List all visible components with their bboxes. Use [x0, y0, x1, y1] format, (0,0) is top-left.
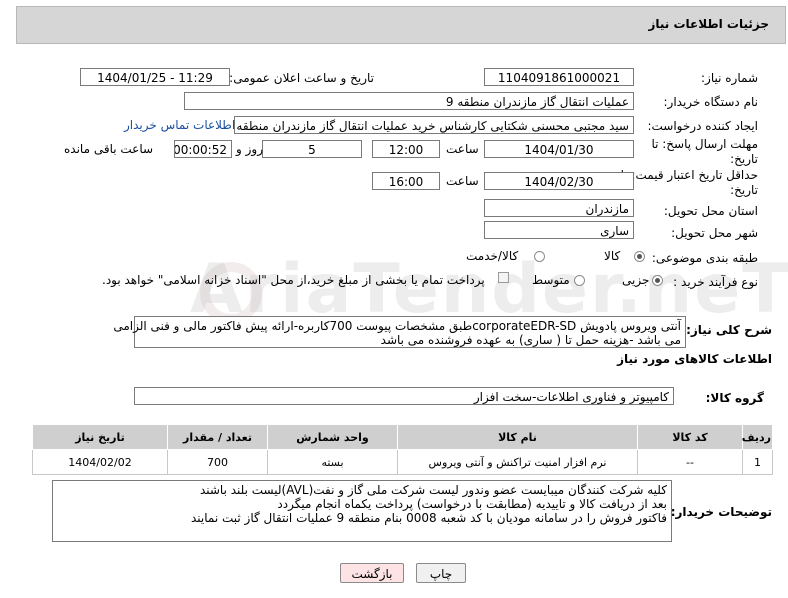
category-option-goods: کالا [604, 249, 621, 263]
cell-unit: بسته [267, 449, 398, 475]
city-field[interactable]: ساری [484, 221, 634, 239]
cell-need-date: 1404/02/02 [32, 449, 168, 475]
contact-info-link[interactable]: اطلاعات تماس خریدار [124, 118, 235, 132]
announce-field[interactable]: 1404/01/25 - 11:29 [80, 68, 230, 86]
validity-time-field[interactable]: 16:00 [372, 172, 440, 190]
cell-row-number: 1 [742, 449, 773, 475]
days-field[interactable]: 5 [262, 140, 362, 158]
buyer-notes-label: توضیحات خریدار: [670, 505, 772, 519]
page-title: جزئیات اطلاعات نیاز [648, 17, 769, 31]
goods-group-label: گروه کالا: [705, 391, 764, 405]
description-line-1: آنتی ویروس پادویش corporateEDR-SDطبق مشخ… [113, 319, 681, 333]
requester-field[interactable]: سید مجتبی محسنی شکتایی کارشناس خرید عملی… [234, 116, 634, 134]
goods-info-title: اطلاعات کالاهای مورد نیاز [617, 352, 772, 366]
category-radio-goods[interactable] [634, 251, 645, 262]
deadline-label: مهلت ارسال پاسخ: تا تاریخ: [651, 137, 758, 166]
process-radio-medium[interactable] [574, 275, 585, 286]
panel-header: جزئیات اطلاعات نیاز [16, 6, 786, 44]
process-label: نوع فرآیند خرید : [673, 275, 758, 289]
days-label: روز و [236, 142, 263, 156]
deadline-time-field[interactable]: 12:00 [372, 140, 440, 158]
deadline-time-label: ساعت [446, 142, 479, 156]
print-button[interactable]: چاپ [416, 563, 466, 583]
col-header-unit: واحد شمارش [267, 424, 398, 450]
description-field[interactable]: آنتی ویروس پادویش corporateEDR-SDطبق مشخ… [113, 316, 686, 348]
process-option-minor: جزیی [622, 273, 650, 287]
description-label: شرح کلی نیاز: [686, 323, 772, 337]
validity-time-label: ساعت [446, 174, 479, 188]
col-header-code: کد کالا [637, 424, 743, 450]
payment-note: پرداخت تمام یا بخشی از مبلغ خرید،از محل … [102, 273, 485, 287]
city-label: شهر محل تحویل: [671, 226, 758, 240]
col-header-quantity: تعداد / مقدار [167, 424, 268, 450]
buyer-org-label: نام دستگاه خریدار: [663, 95, 759, 109]
table-header-row: ردیف کد کالا نام کالا واحد شمارش تعداد /… [32, 424, 773, 450]
col-header-row-number: ردیف [742, 424, 773, 450]
goods-group-field[interactable]: کامپیوتر و فناوری اطلاعات-سخت افزار [134, 387, 674, 405]
process-radio-minor[interactable] [652, 275, 663, 286]
table-row[interactable]: 1 -- نرم افزار امنیت تراکنش و آنتی ویروس… [32, 449, 773, 475]
goods-table: ردیف کد کالا نام کالا واحد شمارش تعداد /… [32, 424, 773, 475]
buyer-org-field[interactable]: عملیات انتقال گاز مازندران منطقه 9 [184, 92, 634, 110]
treasury-checkbox[interactable] [498, 272, 509, 283]
process-option-medium: متوسط [532, 273, 570, 287]
requester-label: ایجاد کننده درخواست: [647, 119, 758, 133]
col-header-need-date: تاریخ نیاز [32, 424, 168, 450]
category-label: طبقه بندی موضوعی: [651, 251, 758, 265]
buyer-notes-line-1: کلیه شرکت کنندگان میبایست عضو وندور لیست… [199, 483, 667, 497]
buyer-notes-field[interactable]: کلیه شرکت کنندگان میبایست عضو وندور لیست… [52, 480, 672, 542]
remaining-time-field[interactable]: 00:00:52 [174, 140, 232, 158]
need-number-field[interactable]: 1104091861000021 [484, 68, 634, 86]
category-radio-goods-service[interactable] [534, 251, 545, 262]
buyer-notes-line-2: بعد از دریافت کالا و تاییدیه (مطابقت با … [277, 497, 667, 511]
cell-quantity: 700 [167, 449, 268, 475]
buyer-notes-line-3: فاکتور فروش را در سامانه مودیان با کد شع… [190, 511, 667, 525]
col-header-name: نام کالا [397, 424, 638, 450]
description-line-2: می باشد -هزینه حمل تا ( ساری) به عهده فر… [380, 333, 681, 347]
need-number-label: شماره نیاز: [701, 71, 758, 85]
province-label: استان محل تحویل: [663, 204, 758, 218]
validity-date-field[interactable]: 1404/02/30 [484, 172, 634, 190]
need-details-page: AriaTender.neT جزئیات اطلاعات نیاز شماره… [0, 0, 788, 598]
cell-code: -- [637, 449, 743, 475]
cell-name: نرم افزار امنیت تراکنش و آنتی ویروس [397, 449, 638, 475]
deadline-date-field[interactable]: 1404/01/30 [484, 140, 634, 158]
category-option-goods-service: کالا/خدمت [466, 249, 519, 263]
remaining-label: ساعت باقی مانده [64, 142, 154, 156]
province-field[interactable]: مازندران [484, 199, 634, 217]
announce-label: تاریخ و ساعت اعلان عمومی: [229, 71, 374, 85]
back-button[interactable]: بازگشت [340, 563, 404, 583]
